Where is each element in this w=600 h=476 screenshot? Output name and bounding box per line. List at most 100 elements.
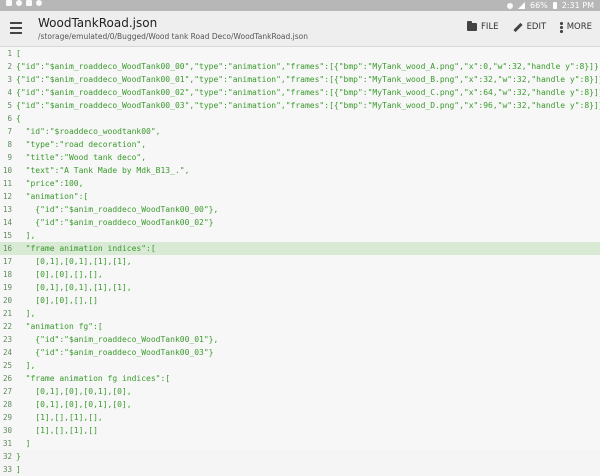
code-line[interactable]: 30 [1],[],[1],[] — [0, 424, 600, 437]
line-text[interactable]: "id":"$roaddeco_woodtank00", — [16, 125, 161, 138]
line-text[interactable]: "frame animation indices":[ — [16, 242, 156, 255]
line-text[interactable]: {"id":"$anim_roaddeco_WoodTank00_03","ty… — [16, 99, 600, 112]
edit-button-label: EDIT — [526, 22, 547, 33]
code-line[interactable]: 32} — [0, 450, 600, 463]
line-number: 11 — [2, 179, 12, 188]
line-text[interactable]: {"id":"$anim_roaddeco_WoodTank00_03"} — [16, 346, 213, 359]
line-number: 25 — [2, 361, 12, 370]
code-line[interactable]: 15 ], — [0, 229, 600, 242]
more-button[interactable]: MORE — [560, 22, 592, 33]
line-text[interactable]: } — [16, 450, 21, 463]
notification-icon — [16, 0, 22, 6]
line-text[interactable]: "frame animation fg indices":[ — [16, 372, 171, 385]
line-number: 15 — [2, 231, 12, 240]
code-line[interactable]: 8 "type":"road decoration", — [0, 138, 600, 151]
folder-icon — [467, 21, 478, 32]
code-line[interactable]: 1[ — [0, 47, 600, 60]
file-path: /storage/emulated/0/Bugged/Wood tank Roa… — [38, 32, 308, 41]
line-text[interactable]: ] — [16, 463, 21, 476]
code-editor[interactable]: 1[2 {"id":"$anim_roaddeco_WoodTank00_00",… — [0, 47, 600, 474]
code-line[interactable]: 14 {"id":"$anim_roaddeco_WoodTank00_02"} — [0, 216, 600, 229]
code-line[interactable]: 3 {"id":"$anim_roaddeco_WoodTank00_01","t… — [0, 73, 600, 86]
line-number: 29 — [2, 413, 12, 422]
line-number: 17 — [2, 257, 12, 266]
notification-icon — [6, 0, 12, 6]
line-text[interactable]: ], — [16, 359, 36, 372]
line-number: 18 — [2, 270, 12, 279]
line-text[interactable]: [0,1],[0,1],[1],[1], — [16, 255, 131, 268]
line-text[interactable]: "type":"road decoration", — [16, 138, 146, 151]
line-text[interactable]: "text":"A Tank Made by Mdk_B13_.", — [16, 164, 190, 177]
line-text[interactable]: "price":100, — [16, 177, 84, 190]
status-time: 2:31 PM — [561, 1, 594, 10]
code-line[interactable]: 16 "frame animation indices":[ — [0, 242, 600, 255]
file-button[interactable]: FILE — [467, 21, 499, 32]
code-line[interactable]: 28 [0,1],[0],[0,1],[0], — [0, 398, 600, 411]
line-text[interactable]: [0],[0],[],[] — [16, 294, 98, 307]
code-line[interactable]: 33] — [0, 463, 600, 476]
code-line[interactable]: 23 {"id":"$anim_roaddeco_WoodTank00_01"}… — [0, 333, 600, 346]
code-line[interactable]: 24 {"id":"$anim_roaddeco_WoodTank00_03"} — [0, 346, 600, 359]
code-line[interactable]: 26 "frame animation fg indices":[ — [0, 372, 600, 385]
code-line[interactable]: 7 "id":"$roaddeco_woodtank00", — [0, 125, 600, 138]
line-number: 4 — [7, 88, 12, 97]
line-text[interactable]: {"id":"$anim_roaddeco_WoodTank00_02","ty… — [16, 86, 600, 99]
line-number: 1 — [7, 49, 12, 58]
code-line[interactable]: 18 [0],[0],[],[], — [0, 268, 600, 281]
code-line[interactable]: 9 "title":"Wood tank deco", — [0, 151, 600, 164]
code-line[interactable]: 10 "text":"A Tank Made by Mdk_B13_.", — [0, 164, 600, 177]
line-number: 28 — [2, 400, 12, 409]
line-text[interactable]: {"id":"$anim_roaddeco_WoodTank00_00","ty… — [16, 60, 600, 73]
status-bar: 66% 2:31 PM — [0, 0, 600, 11]
line-number: 27 — [2, 387, 12, 396]
code-line[interactable]: 31 ] — [0, 437, 600, 450]
code-line[interactable]: 2 {"id":"$anim_roaddeco_WoodTank00_00","t… — [0, 60, 600, 73]
line-number: 2 — [7, 62, 12, 71]
code-line[interactable]: 4 {"id":"$anim_roaddeco_WoodTank00_02","t… — [0, 86, 600, 99]
code-line[interactable]: 17 [0,1],[0,1],[1],[1], — [0, 255, 600, 268]
edit-button[interactable]: EDIT — [512, 22, 547, 33]
code-line[interactable]: 5 {"id":"$anim_roaddeco_WoodTank00_03","t… — [0, 99, 600, 112]
file-title: WoodTankRoad.json — [38, 16, 158, 30]
line-number: 24 — [2, 348, 12, 357]
code-line[interactable]: 29 [1],[],[1],[], — [0, 411, 600, 424]
line-text[interactable]: [0,1],[0,1],[1],[1], — [16, 281, 131, 294]
line-number: 14 — [2, 218, 12, 227]
code-line[interactable]: 12 "animation":[ — [0, 190, 600, 203]
code-line[interactable]: 22 "animation fg":[ — [0, 320, 600, 333]
line-number: 10 — [2, 166, 12, 175]
code-line[interactable]: 25 ], — [0, 359, 600, 372]
app-bar-actions: FILE EDIT MORE — [467, 21, 592, 33]
code-line[interactable]: 20 [0],[0],[],[] — [0, 294, 600, 307]
line-text[interactable]: [0],[0],[],[], — [16, 268, 102, 281]
line-number: 26 — [2, 374, 12, 383]
line-text[interactable]: {"id":"$anim_roaddeco_WoodTank00_01"}, — [16, 333, 218, 346]
line-number: 3 — [7, 75, 12, 84]
line-text[interactable]: { — [16, 112, 21, 125]
line-text[interactable]: {"id":"$anim_roaddeco_WoodTank00_01","ty… — [16, 73, 600, 86]
line-number: 31 — [2, 439, 12, 448]
line-text[interactable]: [1],[],[1],[], — [16, 411, 102, 424]
line-text[interactable]: ], — [16, 229, 36, 242]
more-vert-icon — [560, 22, 563, 33]
code-lines[interactable]: 1[2 {"id":"$anim_roaddeco_WoodTank00_00",… — [0, 47, 600, 476]
app-bar: WoodTankRoad.json /storage/emulated/0/Bu… — [0, 11, 600, 47]
code-line[interactable]: 13 {"id":"$anim_roaddeco_WoodTank00_00"}… — [0, 203, 600, 216]
line-text[interactable]: {"id":"$anim_roaddeco_WoodTank00_02"} — [16, 216, 213, 229]
code-line[interactable]: 11 "price":100, — [0, 177, 600, 190]
line-text[interactable]: [1],[],[1],[] — [16, 424, 98, 437]
line-text[interactable]: {"id":"$anim_roaddeco_WoodTank00_00"}, — [16, 203, 218, 216]
code-line[interactable]: 19 [0,1],[0,1],[1],[1], — [0, 281, 600, 294]
menu-icon[interactable] — [10, 20, 26, 36]
code-line[interactable]: 21 ], — [0, 307, 600, 320]
code-line[interactable]: 27 [0,1],[0],[0,1],[0], — [0, 385, 600, 398]
line-text[interactable]: "animation":[ — [16, 190, 89, 203]
line-text[interactable]: "animation fg":[ — [16, 320, 103, 333]
line-text[interactable]: ], — [16, 307, 36, 320]
line-text[interactable]: [0,1],[0],[0,1],[0], — [16, 398, 131, 411]
line-text[interactable]: [0,1],[0],[0,1],[0], — [16, 385, 131, 398]
code-line[interactable]: 6{ — [0, 112, 600, 125]
line-text[interactable]: [ — [16, 47, 21, 60]
line-text[interactable]: "title":"Wood tank deco", — [16, 151, 146, 164]
line-text[interactable]: ] — [16, 437, 31, 450]
